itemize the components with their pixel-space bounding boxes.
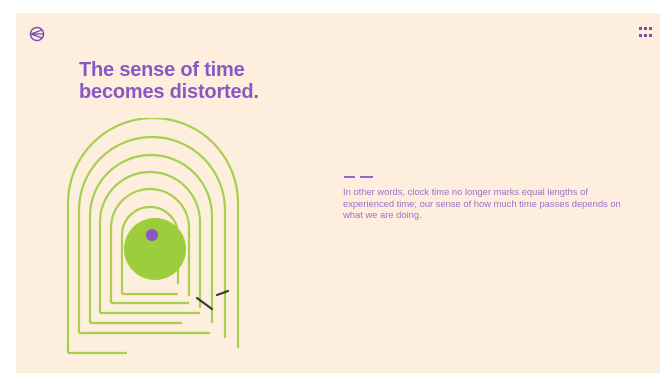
title-line-1: The sense of time	[79, 59, 245, 81]
time-arches-illustration	[66, 118, 240, 355]
title-line-2: becomes distorted.	[79, 81, 259, 103]
grid-menu-icon[interactable]	[639, 27, 653, 39]
page: The sense of time becomes distorted. In …	[16, 13, 660, 373]
clock-hand-2	[215, 289, 230, 297]
dash-divider	[344, 176, 373, 178]
green-circle	[124, 218, 186, 280]
body-paragraph: In other words, clock time no longer mar…	[343, 186, 621, 221]
brand-logo-icon[interactable]	[29, 26, 45, 42]
purple-dot	[146, 229, 158, 241]
page-title: The sense of time becomes distorted.	[79, 59, 319, 103]
